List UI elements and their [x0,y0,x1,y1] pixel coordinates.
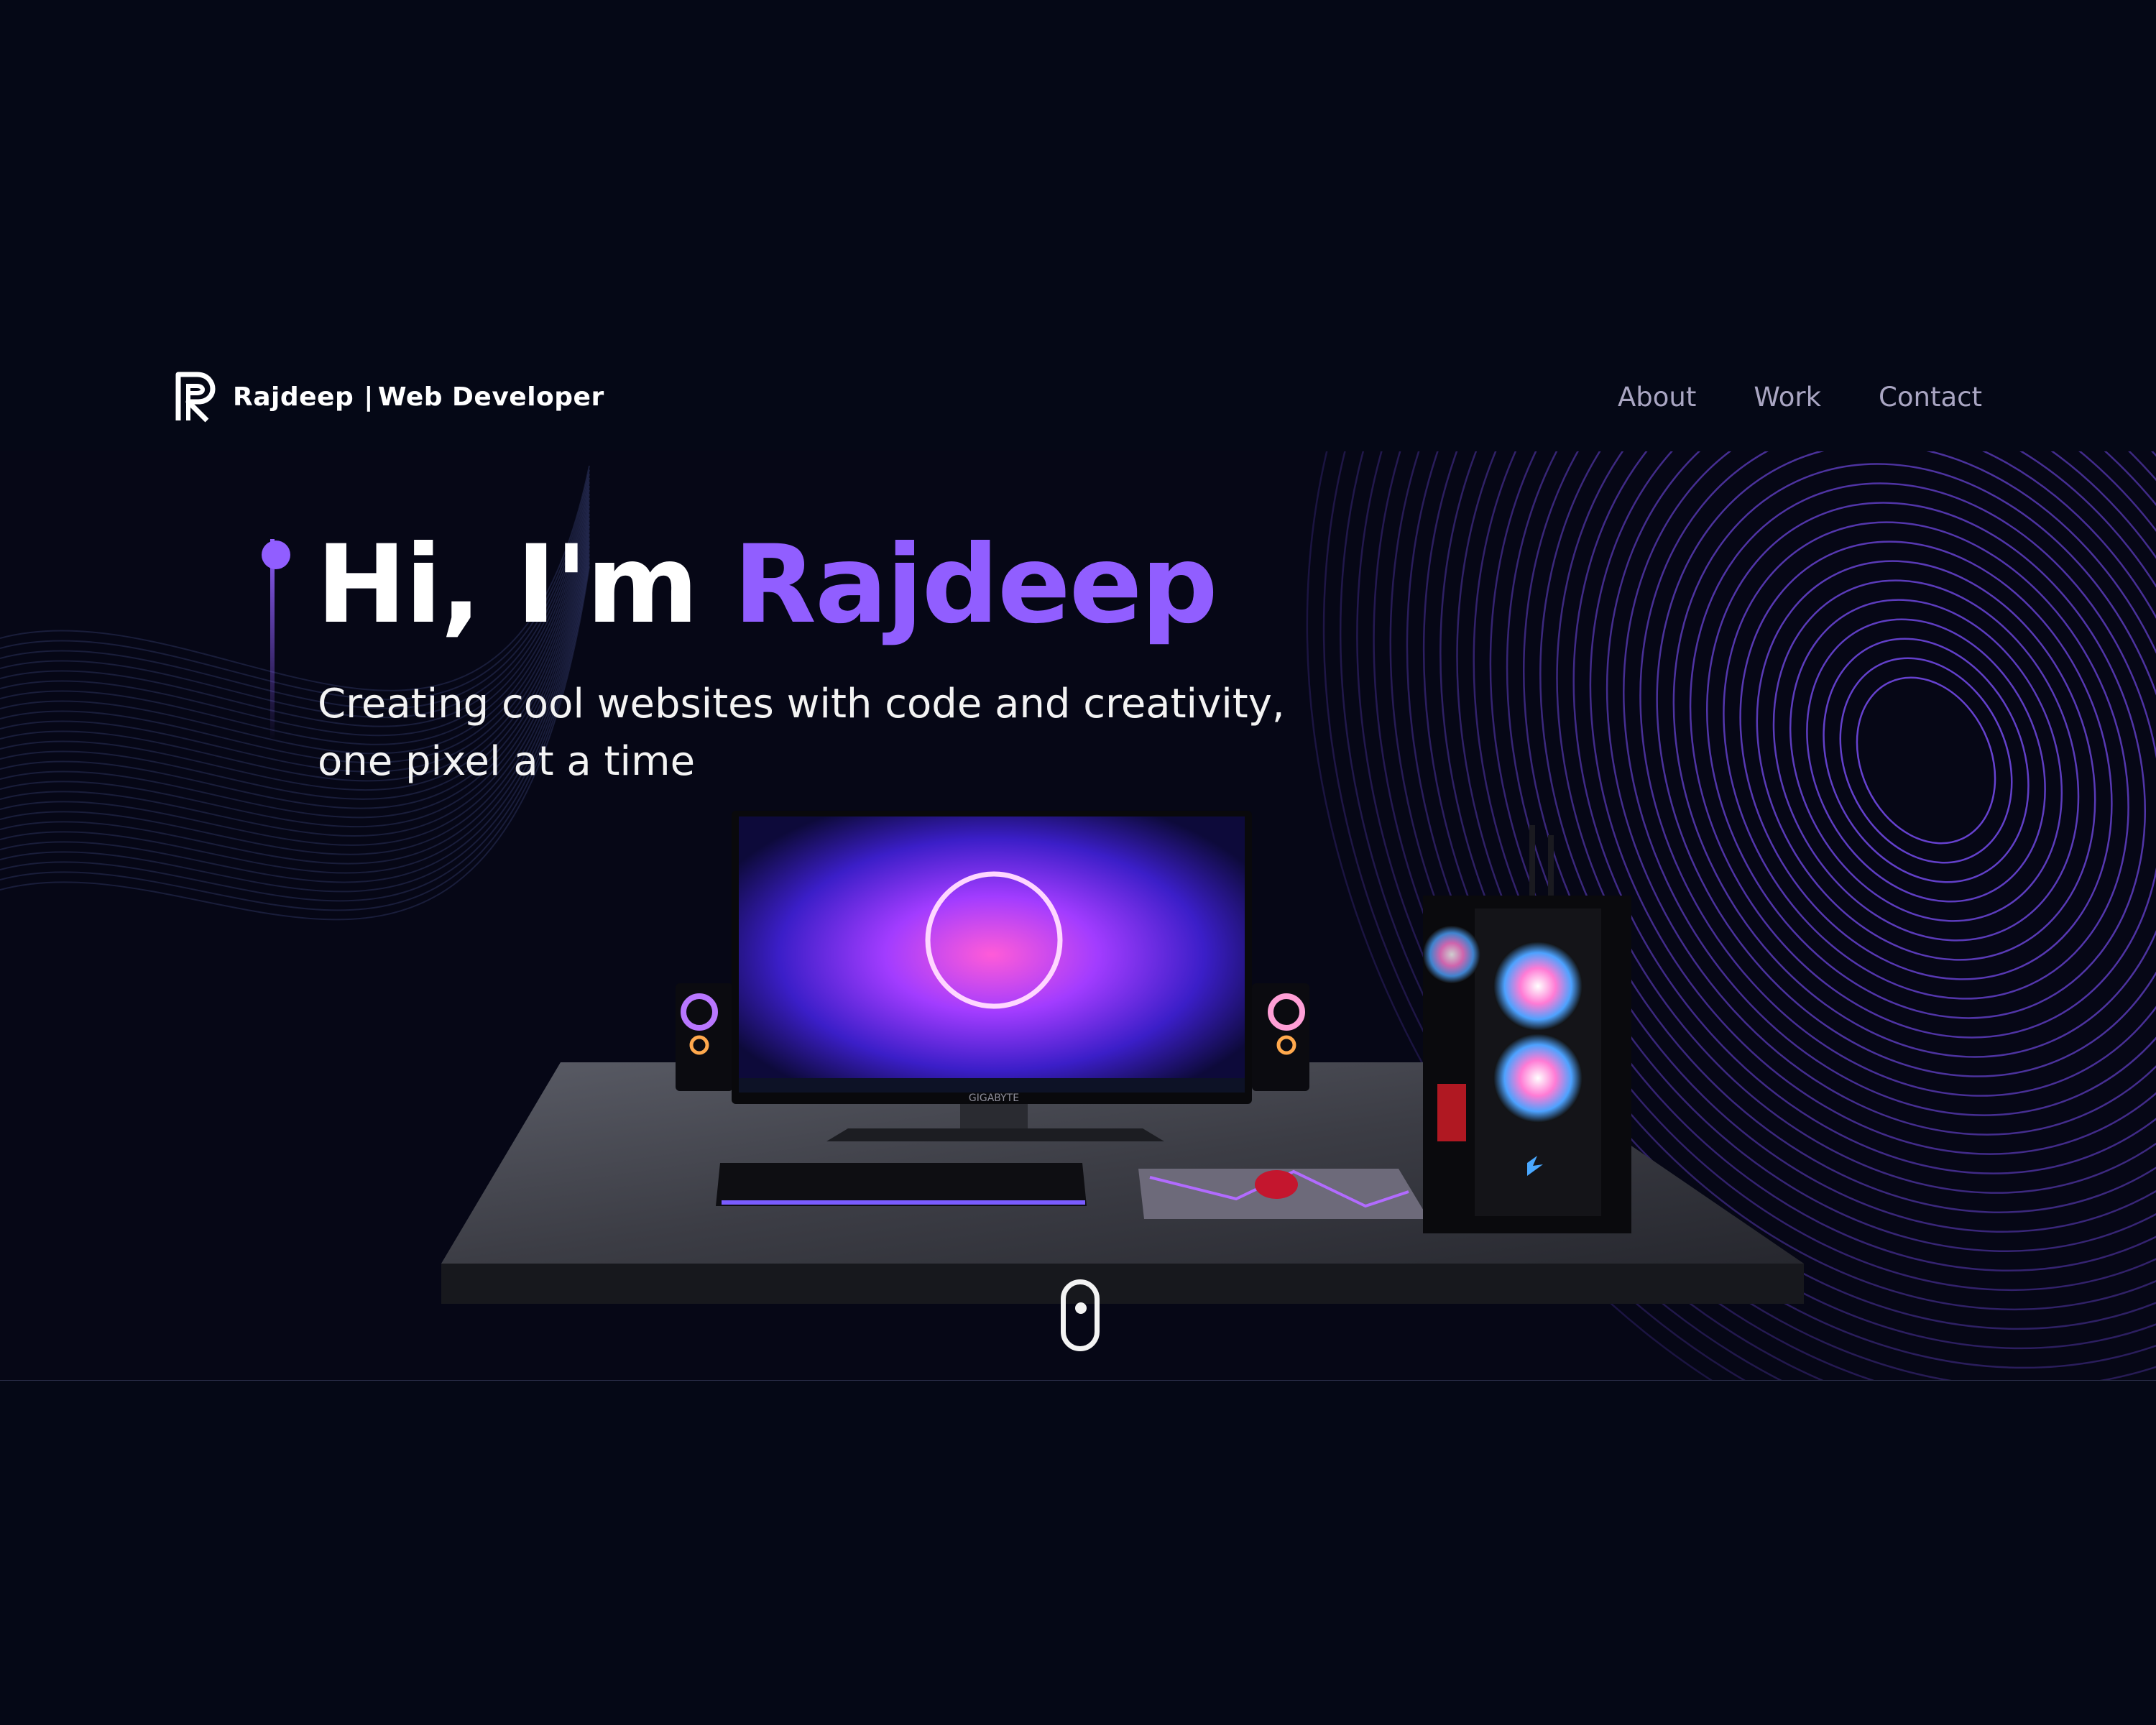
brand-link[interactable]: Rajdeep | Web Developer [174,370,604,423]
navbar: Rajdeep | Web Developer About Work Contact [0,359,2156,434]
accent-line [270,539,275,740]
hero-section: Hi, I'm Rajdeep Creating cool websites w… [0,451,2156,1380]
mousepad [1138,1169,1429,1219]
nav-link-contact[interactable]: Contact [1879,382,1982,413]
accent-dot [262,540,290,569]
brand-role: Web Developer [377,382,604,412]
nav-links: About Work Contact [1618,382,1982,413]
scroll-down-button[interactable] [1061,1279,1100,1351]
pc-tower [1423,825,1631,1233]
desk-computer-scene: GIGABYTE [441,811,1804,1304]
left-speaker [676,983,733,1091]
brand-text: Rajdeep | Web Developer [233,382,604,412]
brand-name: Rajdeep [233,382,354,412]
wave-contour [1823,638,2030,883]
desk-front [441,1264,1804,1304]
nav-link-about[interactable]: About [1618,382,1696,413]
hero-title-prefix: Hi, I'm [316,523,699,648]
section-divider [0,1380,2156,1381]
hero-title-name: Rajdeep [733,523,1217,648]
hero-subtitle: Creating cool websites with code and cre… [318,676,1468,791]
monitor-brand: GIGABYTE [969,1092,1019,1104]
brand-divider: | [364,382,374,412]
mouse-scroll-icon [1075,1302,1087,1314]
keyboard [716,1163,1087,1206]
right-speaker [1252,983,1309,1091]
hero-title: Hi, I'm Rajdeep [316,528,1218,643]
hero-subtitle-line-1: Creating cool websites with code and cre… [318,681,1285,727]
letter-r-logo-icon [175,372,216,423]
monitor: GIGABYTE [732,811,1252,1141]
hero-subtitle-line-2: one pixel at a time [318,738,696,785]
nav-link-work[interactable]: Work [1754,382,1821,413]
